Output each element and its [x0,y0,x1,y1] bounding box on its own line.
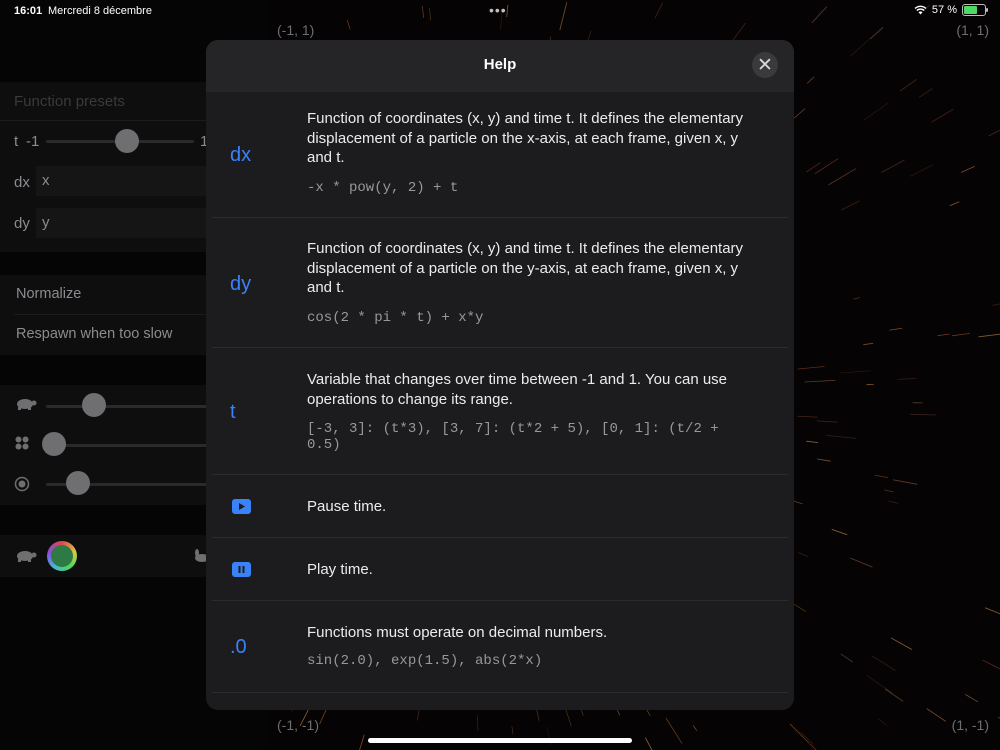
close-button[interactable]: ✕ [752,52,778,78]
help-example: -x * pow(y, 2) + t [307,180,459,196]
help-example: [-3, 3]: (t*3), [3, 7]: (t*2 + 5), [0, 1… [307,421,719,453]
corner-label-top-right: (1, 1) [956,22,989,38]
particles-count-icon [15,436,29,453]
help-description: Function of coordinates (x, y) and time … [307,110,744,166]
help-item-dy: dy Function of coordinates (x, y) and ti… [206,218,794,348]
help-modal: Help ✕ dx Function of coordinates (x, y)… [206,40,794,710]
t-min-label: -1 [26,133,40,150]
t-label: t [14,133,19,150]
help-description: Play time. [307,561,373,578]
function-presets-button[interactable]: Function presets [14,93,125,110]
help-item-t: t Variable that changes over time betwee… [206,348,794,475]
respawn-toggle-label[interactable]: Respawn when too slow [16,326,172,342]
help-description: Functions must operate on decimal number… [307,624,608,641]
size-slider-knob[interactable] [66,471,90,495]
corner-label-bottom-right: (1, -1) [951,717,989,733]
help-title: Help [483,56,517,73]
status-date: Mercredi 8 décembre [48,5,152,17]
normalize-toggle-label[interactable]: Normalize [16,286,81,302]
status-time: 16:01 [14,5,43,17]
help-example: sin(2.0), exp(1.5), abs(2*x) [307,653,543,669]
pause-icon [232,562,251,577]
dx-label: dx [14,174,30,191]
multitasking-dots-icon[interactable]: ••• [489,2,507,18]
help-header: Help ✕ [206,40,794,92]
wifi-icon [914,5,927,15]
help-item-dx: dx Function of coordinates (x, y) and ti… [206,92,794,218]
help-symbol: .0 [230,636,247,658]
turtle-small-icon [14,549,38,566]
help-symbol: dx [230,144,252,166]
help-description: Function of coordinates (x, y) and time … [307,240,744,296]
status-bar: 16:01 Mercredi 8 décembre ••• 57 % [0,0,1000,24]
help-symbol: t [230,401,236,423]
help-description: Variable that changes over time between … [307,371,728,408]
help-item-decimal: .0 Functions must operate on decimal num… [206,601,794,693]
help-description: Pause time. [307,498,387,515]
count-slider-knob[interactable] [42,432,66,456]
corner-label-top-left: (-1, 1) [277,22,315,38]
speed-slider-knob[interactable] [82,393,106,417]
corner-label-bottom-left: (-1, -1) [277,717,319,733]
help-example: cos(2 * pi * t) + x*y [307,310,484,326]
help-item-play: Play time. [206,538,794,601]
close-icon: ✕ [757,55,773,76]
play-icon [232,499,251,514]
home-indicator[interactable] [368,738,632,743]
color-wheel-button[interactable] [47,541,77,571]
dy-label: dy [14,215,30,232]
particle-size-icon [14,476,30,495]
battery-percent: 57 % [931,4,957,16]
battery-icon [962,4,988,16]
help-symbol: dy [230,273,252,295]
turtle-icon [14,397,38,414]
help-item-pause: Pause time. [206,475,794,538]
t-slider-knob[interactable] [115,129,140,153]
